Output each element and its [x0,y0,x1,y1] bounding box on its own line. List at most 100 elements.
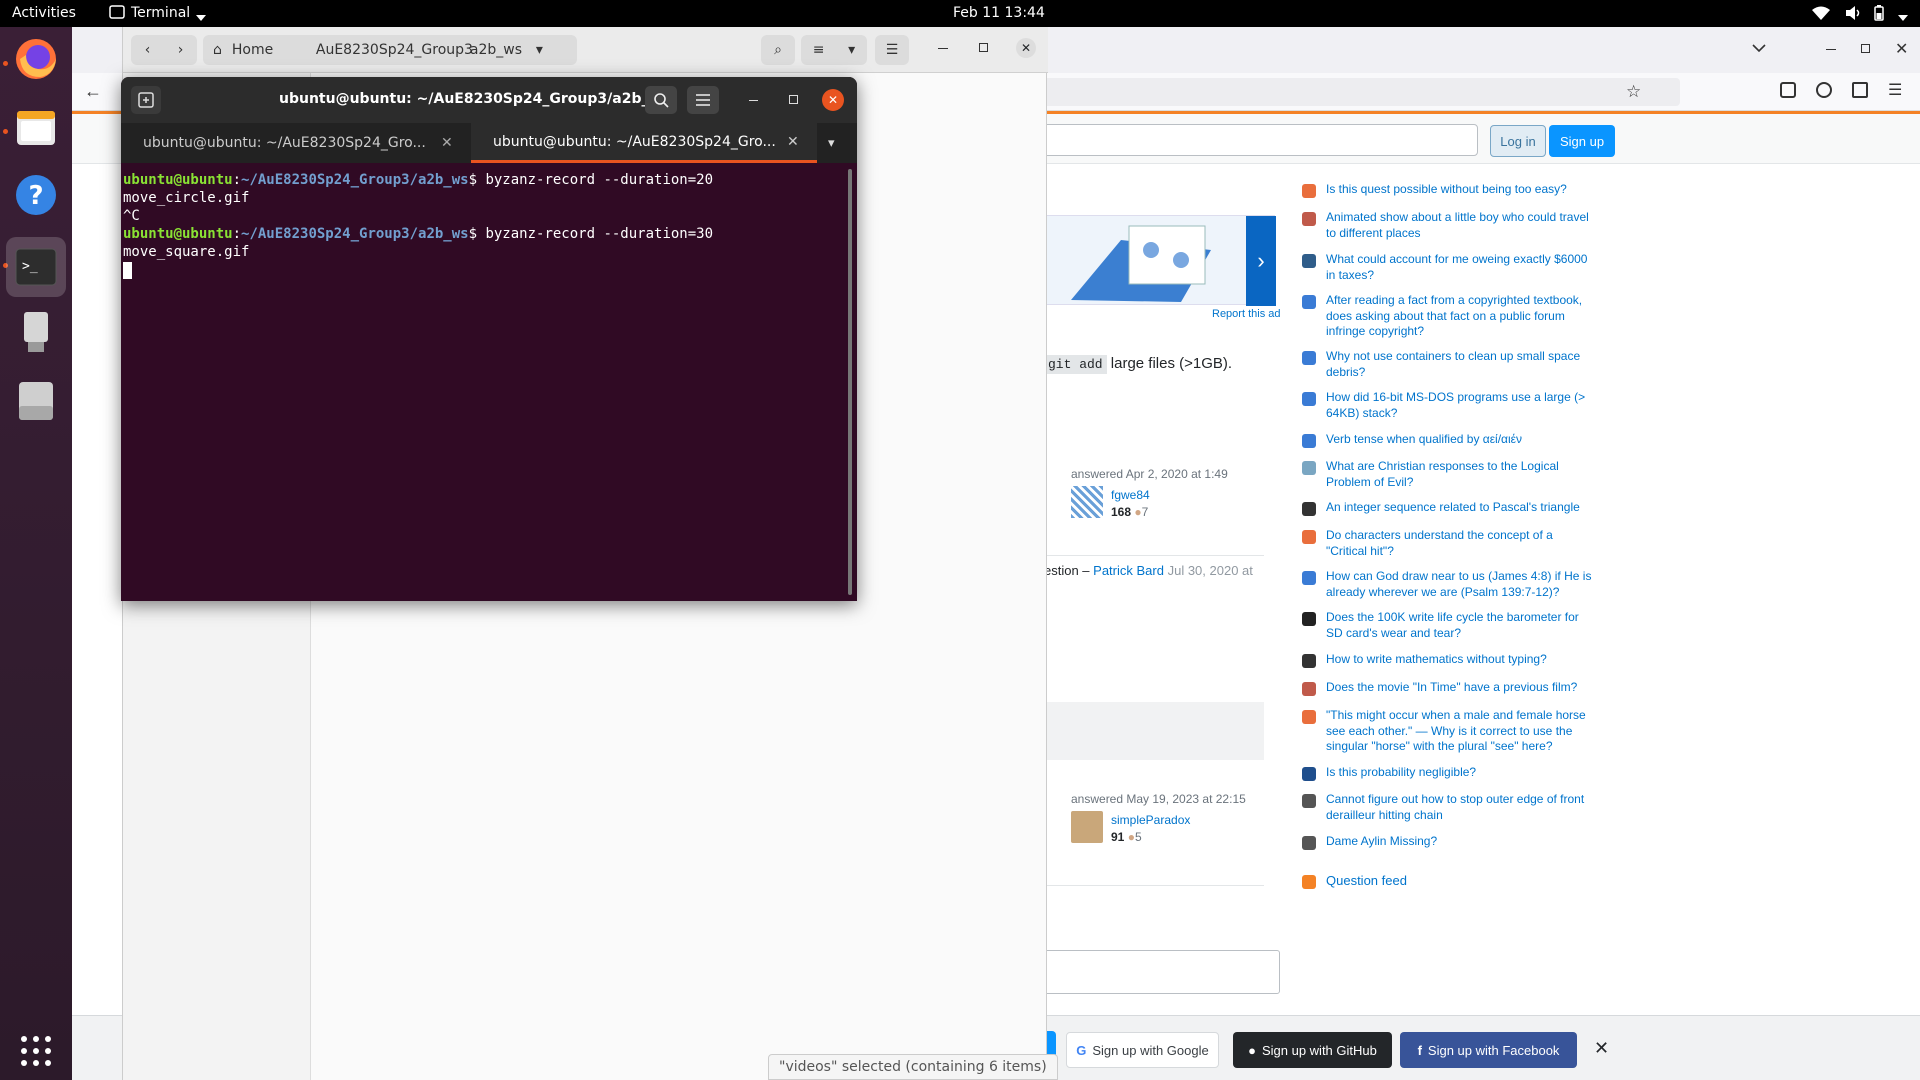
maximize-icon[interactable] [1861,44,1870,53]
hnq-link[interactable]: Is this quest possible without being too… [1326,182,1596,198]
pocket-icon[interactable] [1780,82,1796,98]
user-link[interactable]: simpleParadox [1111,813,1190,827]
user-rep: 91 ●5 [1111,830,1142,844]
user-link[interactable]: fgwe84 [1111,488,1150,502]
login-button[interactable]: Log in [1490,125,1546,157]
hnq-link[interactable]: "This might occur when a male and female… [1326,708,1596,755]
list-view-icon[interactable]: ≡ [813,42,825,58]
wifi-icon[interactable] [1812,6,1830,24]
path-segment[interactable]: Home [232,42,302,58]
question-feed-link[interactable]: Question feed [1326,873,1596,889]
search-icon[interactable] [645,86,677,114]
hnq-link[interactable]: What could account for me oweing exactly… [1326,252,1596,283]
menu-icon[interactable]: ☰ [1888,80,1902,100]
hnq-link[interactable]: Animated show about a little boy who cou… [1326,210,1596,241]
signup-github-button[interactable]: ● Sign up with GitHub [1233,1032,1392,1068]
path-segment[interactable]: AuE8230Sp24_Group3 [316,42,476,58]
files-icon[interactable] [12,103,60,151]
menu-icon[interactable]: ☰ [875,35,909,65]
path-segment[interactable]: a2b_ws [470,42,536,58]
chevron-down-icon[interactable]: ▾ [536,42,543,58]
hnq-link[interactable]: How can God draw near to us (James 4:8) … [1326,569,1596,600]
signup-google-label: Sign up with Google [1092,1042,1209,1058]
chevron-down-icon[interactable]: ▾ [848,42,855,58]
hnq-link[interactable]: How to write mathematics without typing? [1326,652,1596,668]
battery-icon[interactable] [1874,5,1884,25]
close-tab-icon[interactable]: ✕ [787,134,799,150]
new-tab-icon[interactable] [131,86,161,114]
app-menu-button[interactable]: Terminal [131,5,190,21]
avatar[interactable] [1071,811,1103,843]
maximize-icon[interactable] [789,95,798,104]
ad-next-icon[interactable]: › [1246,216,1276,306]
hnq-link[interactable]: Does the 100K write life cycle the barom… [1326,610,1596,641]
account-icon[interactable] [1816,82,1832,98]
tab-label: ubuntu@ubuntu: ~/AuE8230Sp24_Gro... [493,133,776,150]
answer-editor[interactable] [1044,950,1280,994]
terminal-output[interactable]: ubuntu@ubuntu:~/AuE8230Sp24_Group3/a2b_w… [121,163,857,601]
scrollbar[interactable] [848,169,852,595]
signup-google-button[interactable]: G Sign up with Google [1066,1032,1219,1068]
hnq-link[interactable]: How did 16-bit MS-DOS programs use a lar… [1326,390,1596,421]
terminal-dock-icon[interactable]: >_ [6,237,66,297]
nav-buttons: ‹ › [131,35,197,65]
report-ad-link[interactable]: Report this ad [1212,308,1280,320]
close-icon[interactable]: ✕ [822,89,844,111]
hnq-link[interactable]: Is this probability negligible? [1326,765,1596,781]
help-icon[interactable]: ? [12,171,60,219]
comment-user-link[interactable]: Patrick Bard [1093,563,1164,578]
minimize-icon[interactable] [938,48,948,49]
maximize-icon[interactable] [979,43,988,52]
terminal-tab-active[interactable]: ubuntu@ubuntu: ~/AuE8230Sp24_Gro... ✕ [471,123,817,163]
hnq-link[interactable]: Verb tense when qualified by αεί/αιέν [1326,432,1596,448]
prompt-path: ~/AuE8230Sp24_Group3/a2b_ws [241,172,469,188]
tab-list-icon[interactable]: ▾ [828,135,835,151]
usb-drive-icon[interactable] [12,309,60,357]
clock[interactable]: Feb 11 13:44 [953,5,1045,21]
hnq-link[interactable]: An integer sequence related to Pascal's … [1326,500,1596,516]
site-icon [1302,295,1316,309]
show-apps-icon[interactable] [12,1027,60,1075]
site-icon [1302,571,1316,585]
terminal-tab[interactable]: ubuntu@ubuntu: ~/AuE8230Sp24_Gro... ✕ [121,123,471,163]
close-tab-icon[interactable]: ✕ [441,135,453,151]
close-icon[interactable]: ✕ [1016,38,1036,58]
search-icon[interactable]: ⌕ [761,35,795,65]
close-icon[interactable]: ✕ [1895,39,1908,59]
url-bar[interactable]: ☆ [1040,78,1680,106]
back-icon[interactable]: ← [84,81,102,102]
hnq-link[interactable]: Why not use containers to clean up small… [1326,349,1596,380]
site-icon [1302,461,1316,475]
menu-icon[interactable] [687,86,719,114]
answer-meta: answered Apr 2, 2020 at 1:49 [1071,467,1228,481]
volume-icon[interactable] [1845,6,1863,24]
avatar[interactable] [1071,486,1103,518]
activities-button[interactable]: Activities [12,5,76,21]
system-menu-icon[interactable] [1898,9,1908,25]
minimize-icon[interactable] [749,100,758,101]
top-bar: Activities Terminal Feb 11 13:44 [0,0,1920,27]
minimize-icon[interactable] [1826,49,1836,50]
list-tabs-icon[interactable] [1752,41,1766,56]
firefox-icon[interactable] [12,35,60,83]
signup-facebook-button[interactable]: f Sign up with Facebook [1400,1032,1577,1068]
forward-icon[interactable]: › [178,42,184,58]
disk-drive-icon[interactable] [12,377,60,425]
back-icon[interactable]: ‹ [145,42,151,58]
signup-button[interactable]: Sign up [1549,125,1615,157]
site-icon [1302,530,1316,544]
site-icon [1302,612,1316,626]
hnq-link[interactable]: Do characters understand the concept of … [1326,528,1596,559]
answer-box [1044,702,1264,760]
advertisement[interactable]: › [1040,215,1276,306]
close-banner-icon[interactable]: ✕ [1594,1038,1609,1059]
hnq-link[interactable]: Cannot figure out how to stop outer edge… [1326,792,1596,823]
bookmark-star-icon[interactable]: ☆ [1626,82,1641,102]
hnq-link[interactable]: What are Christian responses to the Logi… [1326,459,1596,490]
hnq-link[interactable]: Does the movie "In Time" have a previous… [1326,680,1596,696]
view-toggle[interactable]: ≡ ▾ [801,35,867,65]
hnq-link[interactable]: Dame Aylin Missing? [1326,834,1596,850]
hnq-link[interactable]: After reading a fact from a copyrighted … [1326,293,1596,340]
site-search-input[interactable] [1040,124,1478,156]
extensions-icon[interactable] [1852,82,1868,98]
